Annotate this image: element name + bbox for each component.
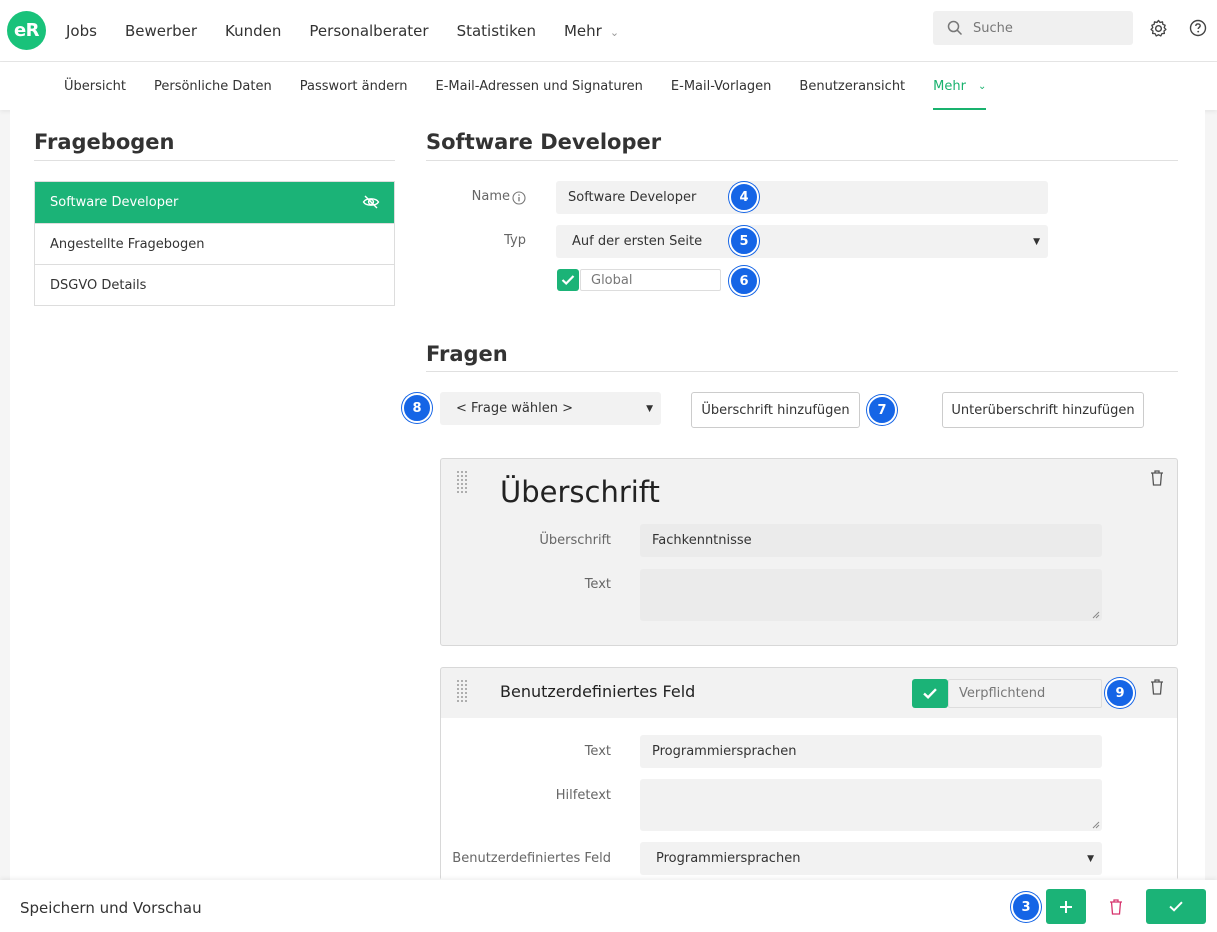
sub-nav: Übersicht Persönliche Daten Passwort änd… <box>0 62 1217 110</box>
helptext-label: Hilfetext <box>555 788 611 803</box>
bottom-title: Speichern und Vorschau <box>20 899 202 917</box>
heading-input[interactable]: Fachkenntnisse <box>640 524 1102 557</box>
tab-email-vorlagen[interactable]: E-Mail-Vorlagen <box>671 62 772 110</box>
typ-select[interactable]: Auf der ersten Seite ▼ <box>556 225 1048 258</box>
custom-field-card: Benutzerdefiniertes Feld Verpflichtend 9… <box>440 667 1178 881</box>
list-item[interactable]: Angestellte Fragebogen <box>35 223 394 264</box>
heading-card-title: Überschrift <box>500 475 660 509</box>
info-icon <box>512 190 526 205</box>
nav-mehr-label: Mehr <box>563 22 602 40</box>
step-badge-3: 3 <box>1011 892 1041 922</box>
list-item-label: Software Developer <box>50 195 179 210</box>
name-label: Name <box>471 189 510 204</box>
question-select[interactable]: < Frage wählen > ▼ <box>440 392 661 425</box>
step-badge-5: 5 <box>729 226 759 256</box>
nav-jobs[interactable]: Jobs <box>66 22 97 40</box>
typ-label: Typ <box>504 233 526 248</box>
app-logo[interactable]: eR <box>7 11 46 50</box>
global-label: Global <box>580 269 721 291</box>
custom-field-label: Benutzerdefiniertes Feld <box>452 851 611 866</box>
search-box[interactable] <box>933 11 1133 45</box>
tab-benutzeransicht[interactable]: Benutzeransicht <box>799 62 905 110</box>
resize-handle-icon[interactable] <box>1092 821 1100 829</box>
global-checkbox[interactable] <box>557 269 579 291</box>
list-item-label: DSGVO Details <box>50 277 147 293</box>
divider <box>426 160 1178 161</box>
nav-mehr[interactable]: Mehr ⌄ <box>564 22 619 40</box>
step-badge-8: 8 <box>402 393 432 423</box>
divider <box>426 371 1178 372</box>
nav-personalberater[interactable]: Personalberater <box>309 22 428 40</box>
custom-field-card-title: Benutzerdefiniertes Feld <box>500 682 696 701</box>
name-field[interactable]: Software Developer <box>556 181 1048 214</box>
required-label: Verpflichtend <box>948 679 1102 708</box>
text-textarea[interactable] <box>640 569 1102 621</box>
caret-down-icon: ▼ <box>1087 853 1094 864</box>
tab-email-adressen[interactable]: E-Mail-Adressen und Signaturen <box>435 62 642 110</box>
list-item-label: Angestellte Fragebogen <box>50 236 205 252</box>
tab-persoenliche-daten[interactable]: Persönliche Daten <box>154 62 272 110</box>
check-icon <box>561 275 575 286</box>
main-nav: Jobs Bewerber Kunden Personalberater Sta… <box>66 0 647 62</box>
tab-mehr[interactable]: Mehr ⌄ <box>933 62 987 110</box>
chevron-down-icon: ⌄ <box>609 26 620 39</box>
tab-uebersicht[interactable]: Übersicht <box>64 62 126 110</box>
step-badge-9: 9 <box>1105 678 1135 708</box>
trash-icon[interactable] <box>1149 469 1165 487</box>
gear-icon[interactable] <box>1148 18 1168 38</box>
add-subheading-button[interactable]: Unterüberschrift hinzufügen <box>942 392 1144 428</box>
question-select-value: < Frage wählen > <box>456 401 573 416</box>
add-heading-button[interactable]: Überschrift hinzufügen <box>691 392 860 428</box>
delete-button[interactable] <box>1106 897 1126 917</box>
save-button[interactable] <box>1146 889 1206 924</box>
trash-icon[interactable] <box>1149 678 1165 696</box>
drag-handle-icon[interactable] <box>456 679 470 705</box>
check-icon <box>923 688 937 699</box>
resize-handle-icon[interactable] <box>1092 611 1100 619</box>
step-badge-4: 4 <box>729 182 759 212</box>
custom-field-select-value: Programmiersprachen <box>656 851 801 866</box>
tab-passwort-aendern[interactable]: Passwort ändern <box>300 62 408 110</box>
check-icon <box>1169 901 1183 912</box>
divider <box>34 160 395 161</box>
helptext-textarea[interactable] <box>640 779 1102 831</box>
heading-label: Überschrift <box>539 533 611 548</box>
eye-off-icon[interactable] <box>362 193 380 211</box>
help-icon[interactable] <box>1188 18 1208 38</box>
text-input[interactable]: Programmiersprachen <box>640 735 1102 768</box>
drag-handle-icon[interactable] <box>456 470 470 496</box>
list-item[interactable]: Software Developer <box>35 182 394 223</box>
chevron-down-icon: ⌄ <box>977 80 987 92</box>
caret-down-icon: ▼ <box>646 403 653 414</box>
bottom-bar: Speichern und Vorschau 3 <box>0 880 1217 932</box>
step-badge-6: 6 <box>729 266 759 296</box>
heading-card: Überschrift Überschrift Fachkenntnisse T… <box>440 458 1178 646</box>
nav-statistiken[interactable]: Statistiken <box>457 22 536 40</box>
custom-field-card-body: Text Programmiersprachen Hilfetext Benut… <box>441 718 1177 881</box>
plus-icon <box>1060 900 1072 913</box>
typ-select-value: Auf der ersten Seite <box>572 234 703 249</box>
text-label: Text <box>584 577 611 592</box>
step-badge-7: 7 <box>867 395 897 425</box>
caret-down-icon: ▼ <box>1033 236 1040 247</box>
nav-bewerber[interactable]: Bewerber <box>125 22 197 40</box>
questionnaire-list: Software Developer Angestellte Frageboge… <box>34 181 395 306</box>
left-title: Fragebogen <box>34 130 175 154</box>
text-label: Text <box>584 744 611 759</box>
search-input[interactable] <box>973 20 1123 36</box>
trash-icon <box>1110 899 1122 915</box>
add-button[interactable] <box>1046 889 1086 924</box>
form-title: Software Developer <box>426 130 662 154</box>
nav-kunden[interactable]: Kunden <box>225 22 281 40</box>
fragen-title: Fragen <box>426 342 508 366</box>
list-item[interactable]: DSGVO Details <box>35 264 394 305</box>
required-checkbox[interactable] <box>912 679 948 708</box>
search-icon <box>947 19 965 37</box>
tab-mehr-label: Mehr <box>933 78 966 94</box>
custom-field-select[interactable]: Programmiersprachen ▼ <box>640 842 1102 875</box>
top-bar: eR Jobs Bewerber Kunden Personalberater … <box>0 0 1217 62</box>
